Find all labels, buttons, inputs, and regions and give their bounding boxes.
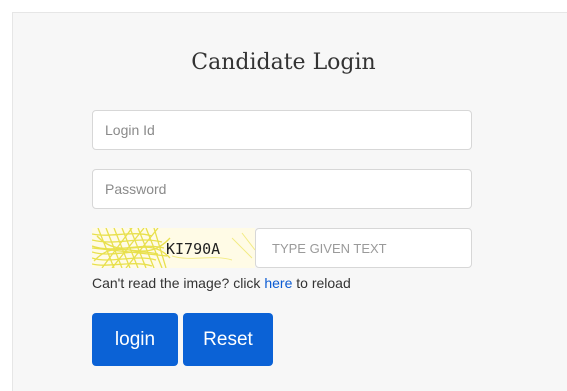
password-field[interactable] (92, 169, 472, 209)
reload-captcha-link[interactable]: here (264, 275, 292, 291)
reload-suffix: to reload (292, 275, 351, 291)
captcha-reload-hint: Can't read the image? click here to relo… (92, 275, 351, 291)
login-id-field[interactable] (92, 110, 472, 150)
login-button[interactable]: login (92, 313, 178, 366)
page-title: Candidate Login (191, 50, 376, 75)
captcha-noise-graphic: KI790A (92, 228, 255, 268)
reload-prefix: Can't read the image? click (92, 275, 265, 291)
reset-button[interactable]: Reset (183, 313, 273, 366)
page: Candidate Login Login Id KI790A TYPE GIV… (0, 0, 567, 391)
captcha-input[interactable] (255, 228, 472, 268)
captcha-image: KI790A (92, 228, 255, 268)
captcha-text: KI790A (166, 240, 220, 258)
